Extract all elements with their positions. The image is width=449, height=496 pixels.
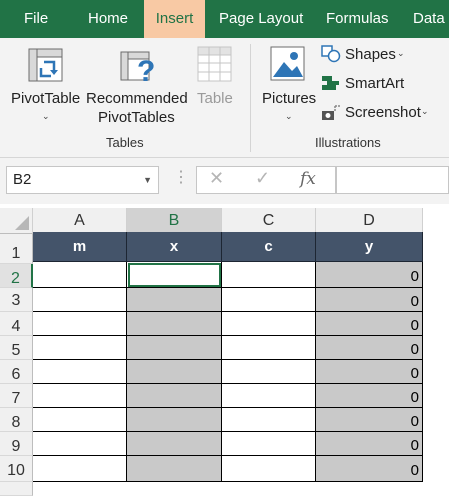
cell-x[interactable] bbox=[127, 262, 222, 288]
recommended-pivottables-icon: ? bbox=[120, 51, 155, 84]
table-label: Table bbox=[197, 90, 233, 107]
column-header-d[interactable]: D bbox=[316, 208, 423, 234]
cancel-icon[interactable]: ✕ bbox=[209, 168, 224, 189]
cell-c[interactable] bbox=[222, 456, 316, 482]
row-header-2[interactable]: 2 bbox=[0, 264, 33, 288]
row-header-6[interactable]: 6 bbox=[0, 360, 33, 384]
chevron-down-icon[interactable]: ▼ bbox=[143, 167, 152, 193]
column-header-c[interactable]: C bbox=[222, 208, 316, 234]
pivottable-icon bbox=[28, 48, 63, 82]
table-icon bbox=[197, 46, 232, 82]
cell-m[interactable] bbox=[33, 360, 127, 384]
cell-m[interactable] bbox=[33, 312, 127, 336]
enter-icon[interactable]: ✓ bbox=[255, 168, 270, 189]
cell-y[interactable]: 0 bbox=[316, 288, 423, 312]
cell-m[interactable] bbox=[33, 408, 127, 432]
row-header-4[interactable]: 4 bbox=[0, 312, 33, 336]
tab-page-layout[interactable]: Page Layout bbox=[219, 0, 303, 38]
tab-insert[interactable]: Insert bbox=[144, 0, 205, 38]
row-header-11[interactable] bbox=[0, 482, 33, 496]
insert-function-icon[interactable]: fx bbox=[300, 169, 316, 189]
cell-m[interactable] bbox=[33, 432, 127, 456]
row-header-8[interactable]: 8 bbox=[0, 408, 33, 432]
cell-y[interactable]: 0 bbox=[316, 456, 423, 482]
cell-c[interactable] bbox=[222, 408, 316, 432]
recommended-label-1: Recommended bbox=[86, 90, 188, 107]
header-cell-x[interactable]: x bbox=[127, 232, 222, 262]
ribbon: PivotTable ⌄ ? Recommended PivotTables T… bbox=[0, 38, 449, 158]
group-separator bbox=[250, 44, 251, 152]
row-header-1[interactable]: 1 bbox=[0, 234, 33, 264]
cell-x[interactable] bbox=[127, 312, 222, 336]
cell-y[interactable]: 0 bbox=[316, 312, 423, 336]
cell-y[interactable]: 0 bbox=[316, 262, 423, 288]
row-header-7[interactable]: 7 bbox=[0, 384, 33, 408]
row-header-5[interactable]: 5 bbox=[0, 336, 33, 360]
formula-input[interactable] bbox=[336, 166, 449, 194]
cell-y[interactable]: 0 bbox=[316, 432, 423, 456]
header-cell-y[interactable]: y bbox=[316, 232, 423, 262]
cell-x[interactable] bbox=[127, 360, 222, 384]
cell-m[interactable] bbox=[33, 384, 127, 408]
chevron-down-icon: ⌄ bbox=[397, 48, 405, 58]
ribbon-tab-bar: File Home Insert Page Layout Formulas Da… bbox=[0, 0, 449, 38]
cell-c[interactable] bbox=[222, 360, 316, 384]
tab-home[interactable]: Home bbox=[88, 0, 128, 38]
shapes-icon bbox=[321, 45, 341, 63]
header-cell-m[interactable]: m bbox=[33, 232, 127, 262]
tab-formulas[interactable]: Formulas bbox=[326, 0, 389, 38]
cell-m[interactable] bbox=[33, 456, 127, 482]
header-cell-c[interactable]: c bbox=[222, 232, 316, 262]
cell-x[interactable] bbox=[127, 384, 222, 408]
chevron-down-icon: ⌄ bbox=[421, 106, 429, 116]
cell-c[interactable] bbox=[222, 384, 316, 408]
pictures-label: Pictures bbox=[262, 90, 317, 107]
cell-c[interactable] bbox=[222, 262, 316, 288]
cell-c[interactable] bbox=[222, 336, 316, 360]
name-box-value: B2 bbox=[13, 171, 32, 188]
column-header-b[interactable]: B bbox=[127, 208, 222, 234]
illustrations-group-label: Illustrations bbox=[315, 135, 381, 150]
cell-c[interactable] bbox=[222, 288, 316, 312]
name-box[interactable]: B2 ▼ bbox=[6, 166, 159, 194]
smartart-label: SmartArt bbox=[345, 75, 405, 92]
cell-m[interactable] bbox=[33, 336, 127, 360]
recommended-label-2: PivotTables bbox=[98, 109, 175, 126]
column-header-a[interactable]: A bbox=[33, 208, 127, 234]
cell-x[interactable] bbox=[127, 456, 222, 482]
cell-m[interactable] bbox=[33, 288, 127, 312]
svg-text:?: ? bbox=[137, 55, 155, 84]
cell-y[interactable]: 0 bbox=[316, 336, 423, 360]
row-header-3[interactable]: 3 bbox=[0, 288, 33, 312]
cell-x[interactable] bbox=[127, 336, 222, 360]
chevron-down-icon: ⌄ bbox=[285, 111, 293, 121]
tab-file[interactable]: File bbox=[24, 0, 48, 38]
cell-x[interactable] bbox=[127, 288, 222, 312]
formula-bar: B2 ▼ ⋮ ✕ ✓ fx bbox=[0, 158, 449, 204]
tab-data[interactable]: Data bbox=[413, 0, 445, 38]
chevron-down-icon: ⌄ bbox=[42, 111, 50, 121]
cell-y[interactable]: 0 bbox=[316, 360, 423, 384]
cell-x[interactable] bbox=[127, 432, 222, 456]
worksheet-grid: A B C D 1 2 3 4 5 6 7 8 9 10 m x c y 000… bbox=[0, 204, 449, 496]
more-options-icon[interactable]: ⋮ bbox=[173, 167, 189, 187]
cell-y[interactable]: 0 bbox=[316, 384, 423, 408]
screenshot-label: Screenshot bbox=[345, 104, 421, 121]
cell-y[interactable]: 0 bbox=[316, 408, 423, 432]
pivottable-label: PivotTable bbox=[11, 90, 81, 107]
screenshot-icon bbox=[322, 105, 341, 120]
select-all-button[interactable] bbox=[0, 208, 33, 234]
cell-m[interactable] bbox=[33, 262, 127, 288]
tables-group-label: Tables bbox=[106, 135, 144, 150]
smartart-icon bbox=[322, 76, 339, 90]
cell-c[interactable] bbox=[222, 312, 316, 336]
row-header-10[interactable]: 10 bbox=[0, 456, 33, 482]
cell-x[interactable] bbox=[127, 408, 222, 432]
shapes-label: Shapes bbox=[345, 46, 396, 63]
cell-c[interactable] bbox=[222, 432, 316, 456]
pictures-icon bbox=[270, 46, 305, 81]
row-header-9[interactable]: 9 bbox=[0, 432, 33, 456]
